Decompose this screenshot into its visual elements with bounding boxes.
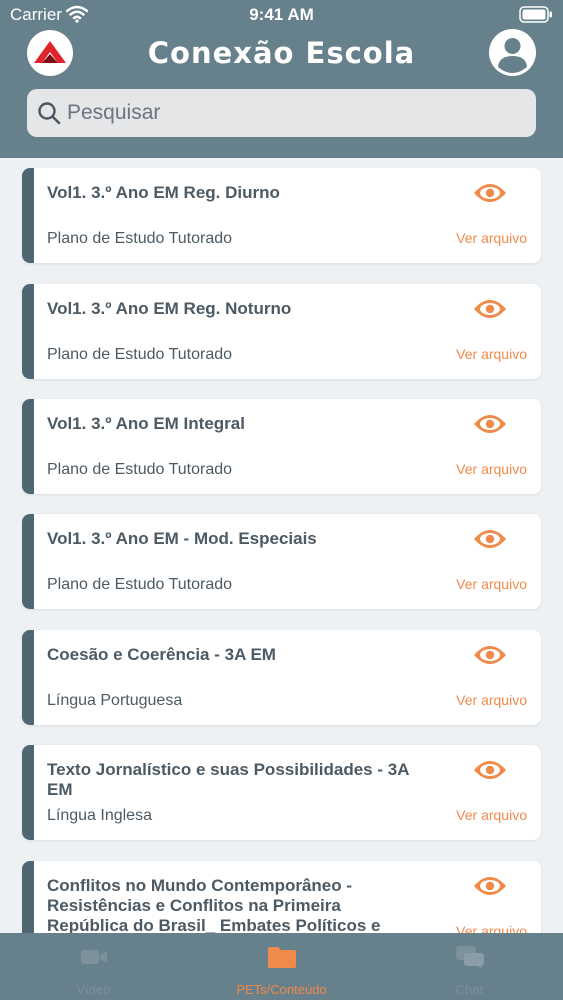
card-accent-stripe: [22, 630, 34, 725]
item-subtitle: Língua Portuguesa: [47, 692, 183, 709]
item-subtitle: Plano de Estudo Tutorado: [47, 461, 233, 478]
eye-icon[interactable]: [472, 181, 508, 205]
eye-icon[interactable]: [472, 412, 508, 436]
search-input[interactable]: [67, 99, 517, 127]
chat-bubbles-icon: [456, 946, 484, 969]
list-item[interactable]: Coesão e Coerência - 3A EM Língua Portug…: [22, 630, 541, 725]
view-file-link[interactable]: Ver arquivo: [456, 923, 527, 933]
view-file-link[interactable]: Ver arquivo: [456, 807, 527, 823]
card-accent-stripe: [22, 861, 34, 933]
card-accent-stripe: [22, 399, 34, 494]
status-time: 9:41 AM: [249, 5, 314, 24]
item-title: Texto Jornalístico e suas Possibilidades…: [47, 760, 409, 799]
view-file-link[interactable]: Ver arquivo: [456, 576, 527, 592]
item-title: Vol1. 3.º Ano EM Reg. Diurno: [47, 183, 280, 202]
eye-icon[interactable]: [472, 643, 508, 667]
app-header: Carrier 9:41 AM Conexão Escola: [0, 0, 563, 158]
eye-icon[interactable]: [472, 874, 508, 898]
item-title: Vol1. 3.º Ano EM Integral: [47, 414, 245, 433]
card-accent-stripe: [22, 168, 34, 263]
view-file-link[interactable]: Ver arquivo: [456, 461, 527, 477]
list-item[interactable]: Vol1. 3.º Ano EM - Mod. Especiais Plano …: [22, 514, 541, 609]
list-item[interactable]: Texto Jornalístico e suas Possibilidades…: [22, 745, 541, 840]
eye-icon[interactable]: [472, 527, 508, 551]
list-item[interactable]: Vol1. 3.º Ano EM Reg. Diurno Plano de Es…: [22, 168, 541, 263]
item-title: Vol1. 3.º Ano EM Reg. Noturno: [47, 299, 292, 318]
eye-icon[interactable]: [472, 297, 508, 321]
item-title: Vol1. 3.º Ano EM - Mod. Especiais: [47, 529, 317, 548]
view-file-link[interactable]: Ver arquivo: [456, 230, 527, 246]
battery-icon: [519, 6, 552, 23]
list-item[interactable]: Vol1. 3.º Ano EM Reg. Noturno Plano de E…: [22, 284, 541, 379]
tab-bar: Vídeo PETs/Conteúdo Chat: [0, 933, 563, 1000]
search-icon: [38, 102, 61, 125]
item-subtitle: Plano de Estudo Tutorado: [47, 346, 233, 363]
folder-icon: [268, 947, 296, 968]
content-list[interactable]: Vol1. 3.º Ano EM Reg. Diurno Plano de Es…: [0, 158, 563, 933]
item-subtitle: Plano de Estudo Tutorado: [47, 230, 233, 247]
item-subtitle: Plano de Estudo Tutorado: [47, 576, 233, 593]
card-accent-stripe: [22, 514, 34, 609]
tab-pets-conteudo[interactable]: PETs/Conteúdo: [188, 933, 375, 1000]
tab-chat[interactable]: Chat: [376, 933, 563, 1000]
app-title: Conexão Escola: [147, 36, 416, 70]
tab-chat-label: Chat: [455, 982, 484, 997]
search-bar[interactable]: [27, 89, 536, 137]
item-title: Coesão e Coerência - 3A EM: [47, 645, 276, 664]
profile-avatar-icon[interactable]: [489, 29, 536, 76]
eye-icon[interactable]: [472, 758, 508, 782]
list-item[interactable]: Conflitos no Mundo Contemporâneo - Resis…: [22, 861, 541, 933]
view-file-link[interactable]: Ver arquivo: [456, 346, 527, 362]
status-bar: Carrier 9:41 AM: [0, 0, 563, 30]
video-camera-icon: [81, 950, 107, 964]
tab-video[interactable]: Vídeo: [0, 933, 187, 1000]
item-subtitle: Língua Inglesa: [47, 807, 152, 824]
card-accent-stripe: [22, 745, 34, 840]
tab-pets-label: PETs/Conteúdo: [236, 982, 327, 997]
tab-video-label: Vídeo: [76, 982, 111, 997]
list-item[interactable]: Vol1. 3.º Ano EM Integral Plano de Estud…: [22, 399, 541, 494]
card-accent-stripe: [22, 284, 34, 379]
view-file-link[interactable]: Ver arquivo: [456, 692, 527, 708]
item-title: Conflitos no Mundo Contemporâneo - Resis…: [47, 876, 381, 933]
